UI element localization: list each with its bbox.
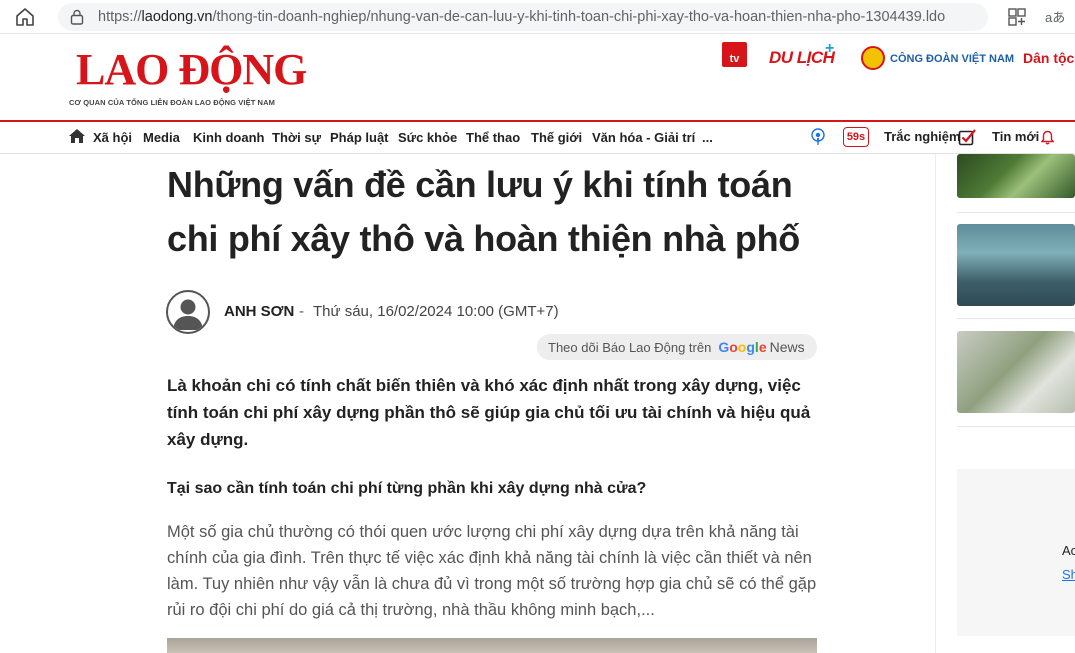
congdoan-link[interactable]: CÔNG ĐOÀN VIỆT NAM [890,53,1014,65]
nav-item-the-gioi[interactable]: Thế giới [531,130,582,145]
site-header: LAO ĐỘNG CƠ QUAN CỦA TỔNG LIÊN ĐOÀN LAO … [0,34,1075,120]
sidebar-thumbnail[interactable] [957,154,1075,198]
video-59s-badge[interactable]: 59s [843,127,869,147]
sidebar-ad[interactable] [957,469,1075,636]
follow-text: Theo dõi Báo Lao Động trên [548,339,712,355]
browser-toolbar: https://laodong.vn/thong-tin-doanh-nghie… [0,0,1075,34]
user-avatar-icon [173,299,203,330]
quiz-link[interactable]: Trắc nghiệm [884,129,961,144]
nav-item-the-thao[interactable]: Thể thao [466,130,520,145]
ad-link[interactable]: Sh [1062,567,1075,582]
sidebar-thumbnail[interactable] [957,224,1075,306]
nav-item-thoi-su[interactable]: Thời sự [272,130,321,145]
laodong-tv-logo[interactable]: tv [722,42,747,67]
nav-item-van-hoa[interactable]: Văn hóa - Giải trí [592,130,695,145]
sidebar-divider [957,426,1075,427]
nav-item-kinh-doanh[interactable]: Kinh doanh [193,130,265,145]
url-text[interactable]: https://laodong.vn/thong-tin-doanh-nghie… [98,9,945,25]
apps-grid-icon[interactable] [1007,7,1027,27]
congdoan-emblem-icon[interactable] [861,46,885,70]
dulich-plus-mark: + [825,40,835,57]
address-bar[interactable]: https://laodong.vn/thong-tin-doanh-nghie… [58,3,988,31]
lock-icon[interactable] [70,9,84,25]
sidebar-thumbnail[interactable] [957,331,1075,413]
sidebar-divider-line [935,154,936,653]
publish-date: Thứ sáu, 16/02/2024 10:00 (GMT+7) [313,303,559,320]
article-paragraph: Một số gia chủ thường có thói quen ước l… [167,523,817,619]
follow-google-news-button[interactable]: Theo dõi Báo Lao Động trên Google News [537,334,817,360]
main-nav: Xã hội Media Kinh doanh Thời sự Pháp luậ… [0,120,1075,154]
sidebar-divider [957,318,1075,319]
checkbox-check-icon[interactable] [958,128,976,146]
home-icon[interactable] [14,6,36,28]
nav-home-icon[interactable] [68,128,86,144]
latest-news-link[interactable]: Tin mới [992,129,1039,144]
nav-more[interactable]: ... [702,130,713,145]
article-image[interactable] [167,638,817,653]
ad-text: Ac [1062,543,1075,558]
podcast-icon[interactable] [810,128,826,146]
bell-icon[interactable] [1041,130,1054,145]
sidebar-divider [957,212,1075,213]
article-sapo: Là khoản chi có tính chất biến thiên và … [167,376,811,449]
nav-item-phap-luat[interactable]: Pháp luật [330,130,389,145]
meta-separator: - [299,303,304,320]
article-title: Những vấn đề cần lưu ý khi tính toán chi… [167,164,800,259]
dantoc-link[interactable]: Dân tộc [1023,50,1074,66]
author-avatar[interactable] [166,290,210,334]
news-label: News [769,339,805,355]
nav-item-suc-khoe[interactable]: Sức khỏe [398,130,457,145]
article-heading: Tại sao cần tính toán chi phí từng phần … [167,480,647,497]
author-name[interactable]: ANH SƠN [224,303,294,320]
google-wordmark: Google [718,339,767,355]
logo-subtitle: CƠ QUAN CỦA TỔNG LIÊN ĐOÀN LAO ĐỘNG VIỆT… [69,98,275,107]
nav-item-xa-hoi[interactable]: Xã hội [93,130,132,145]
read-aloud-icon[interactable]: aあ [1045,7,1065,26]
site-logo[interactable]: LAO ĐỘNG [76,48,307,92]
nav-item-media[interactable]: Media [143,130,180,145]
